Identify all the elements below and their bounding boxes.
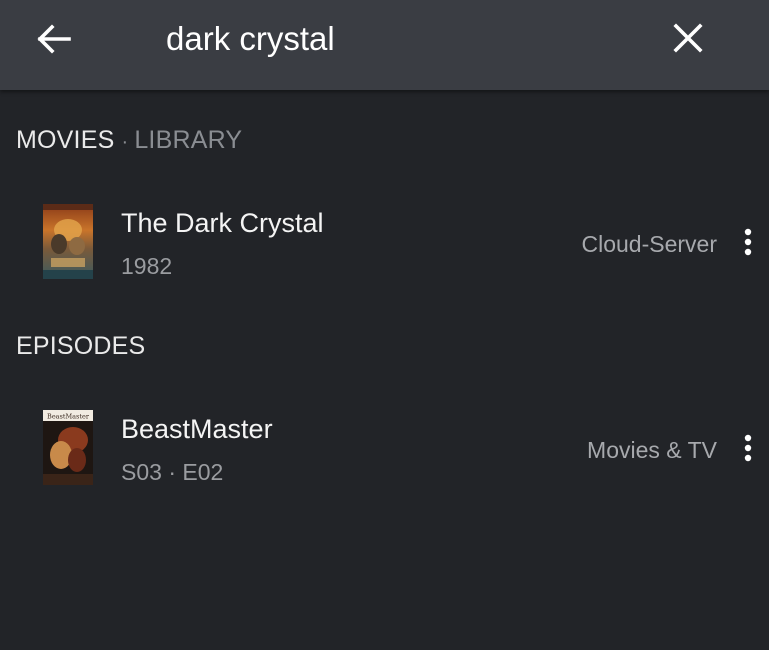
search-input[interactable] — [166, 18, 636, 60]
section-sublabel: LIBRARY — [134, 126, 243, 154]
section-separator: · — [121, 131, 129, 153]
result-row-episode[interactable]: BeastMaster BeastMaster S03 · E02 Movies… — [0, 398, 769, 498]
more-vertical-icon — [744, 228, 752, 256]
search-screen: MOVIES ·LIBRARY — [0, 0, 769, 650]
search-toolbar — [0, 0, 769, 90]
section-header-episodes: EPISODES — [16, 332, 145, 361]
result-row-movie[interactable]: The Dark Crystal 1982 Cloud-Server — [0, 192, 769, 292]
more-vertical-icon — [744, 434, 752, 462]
more-options-button[interactable] — [735, 430, 761, 466]
result-title: BeastMaster — [121, 414, 273, 444]
poster-title-text: BeastMaster — [47, 413, 90, 421]
result-title: The Dark Crystal — [121, 208, 324, 238]
close-icon — [673, 23, 703, 53]
poster-thumbnail: BeastMaster — [43, 410, 93, 485]
arrow-left-icon — [37, 24, 71, 54]
section-label: EPISODES — [16, 332, 146, 360]
poster-thumbnail — [43, 204, 93, 279]
section-label: MOVIES — [16, 126, 115, 154]
more-options-button[interactable] — [735, 224, 761, 260]
back-button[interactable] — [30, 18, 78, 60]
result-episode-number: S03 · E02 — [121, 459, 224, 485]
result-year: 1982 — [121, 253, 173, 279]
section-header-movies: MOVIES · LIBRARY — [16, 126, 242, 155]
result-source: Cloud-Server — [581, 231, 718, 257]
clear-search-button[interactable] — [664, 16, 712, 60]
result-source: Movies & TV — [587, 437, 717, 463]
